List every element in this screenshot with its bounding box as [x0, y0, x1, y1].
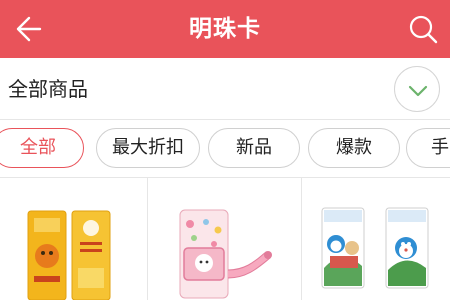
- search-icon[interactable]: [406, 12, 440, 46]
- product-image: [27, 210, 111, 300]
- filter-chip-hot[interactable]: 爆款: [308, 128, 400, 168]
- filter-chip-all[interactable]: 全部: [0, 128, 84, 168]
- category-selector[interactable]: 全部商品: [0, 58, 450, 120]
- filter-chip-new[interactable]: 新品: [208, 128, 300, 168]
- category-label: 全部商品: [8, 77, 88, 101]
- filter-chip-more[interactable]: 手: [406, 128, 450, 168]
- product-card[interactable]: [302, 178, 450, 300]
- product-image: [321, 207, 429, 289]
- filter-chip-max-discount[interactable]: 最大折扣: [96, 128, 200, 168]
- product-grid: [0, 178, 450, 300]
- product-card[interactable]: [148, 178, 301, 300]
- product-image: [179, 209, 272, 299]
- product-card[interactable]: [0, 178, 147, 300]
- expand-button[interactable]: [394, 66, 440, 112]
- app-header: 明珠卡: [0, 0, 450, 58]
- chevron-down-icon: [408, 85, 428, 97]
- page-title: 明珠卡: [189, 16, 261, 42]
- filter-bar: 全部 最大折扣 新品 爆款 手: [0, 120, 450, 178]
